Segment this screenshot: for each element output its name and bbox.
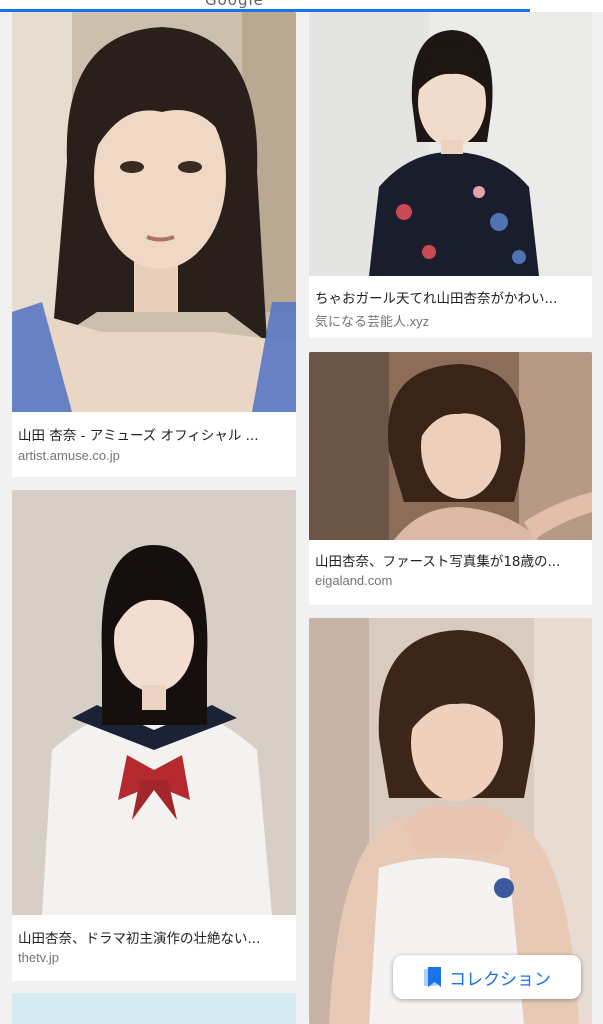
header-cut-text: Google <box>205 0 264 9</box>
result-domain: artist.amuse.co.jp <box>18 448 120 463</box>
image-result-card[interactable]: 山田杏奈、ファースト写真集が18歳の... eigaland.com <box>309 352 592 605</box>
bookmark-icon <box>424 967 441 987</box>
image-result-card[interactable]: ちゃおガール天てれ山田杏奈がかわい... 気になる芸能人.xyz <box>309 12 592 338</box>
image-result-card[interactable]: 山田 杏奈 - アミューズ オフィシャル ... artist.amuse.co… <box>12 12 296 477</box>
result-thumbnail[interactable] <box>12 490 296 915</box>
result-title[interactable]: 山田 杏奈 - アミューズ オフィシャル ... <box>18 424 284 444</box>
result-title[interactable]: 山田杏奈、ドラマ初主演作の壮絶ない... <box>18 927 284 947</box>
result-thumbnail[interactable] <box>309 12 592 276</box>
top-bar: Google <box>0 0 603 12</box>
result-thumbnail[interactable] <box>12 12 296 412</box>
image-result-card[interactable]: 山田杏奈、ドラマ初主演作の壮絶ない... thetv.jp <box>12 490 296 981</box>
result-domain: 気になる芸能人.xyz <box>315 314 430 329</box>
result-domain: eigaland.com <box>315 573 393 588</box>
collection-button[interactable]: コレクション <box>393 955 581 999</box>
result-title[interactable]: ちゃおガール天てれ山田杏奈がかわい... <box>315 287 580 307</box>
result-thumbnail[interactable] <box>309 352 592 540</box>
collection-label: コレクション <box>449 969 551 990</box>
result-title[interactable]: 山田杏奈、ファースト写真集が18歳の... <box>315 550 580 570</box>
result-domain: thetv.jp <box>18 950 59 965</box>
image-result-card[interactable] <box>12 993 296 1024</box>
